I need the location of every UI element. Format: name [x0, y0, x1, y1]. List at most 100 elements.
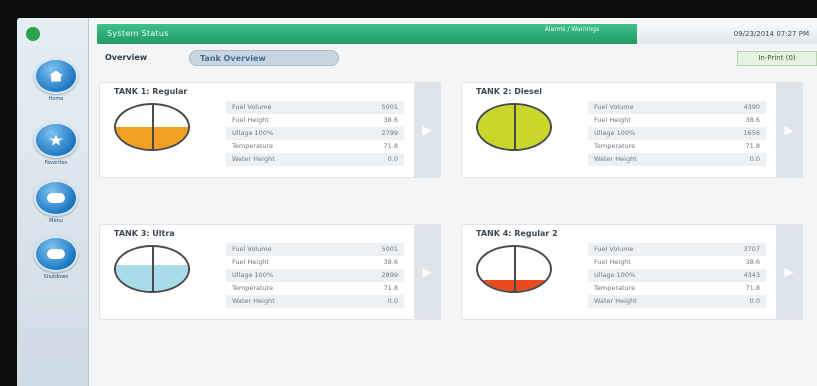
sidebar-item-shutdown[interactable]: Shutdown: [30, 236, 82, 280]
reading-label: Temperature: [594, 142, 636, 150]
page-title: System Status: [107, 29, 169, 38]
sidebar-item-label: Menu: [49, 218, 63, 224]
reading-label: Fuel Height: [594, 116, 631, 124]
reading-row: Fuel Volume 3707: [588, 243, 766, 256]
tank-readings: Fuel Volume 3707 Fuel Height 38.6 Ullage 1…: [588, 243, 766, 308]
sidebar-item-label: Shutdown: [43, 274, 69, 280]
reading-row: Temperature 71.8: [226, 140, 404, 153]
tab-bar: Overview Tank Overview In-Print (0): [97, 48, 817, 68]
reading-row: Fuel Height 38.6: [226, 256, 404, 269]
tank-readings: Fuel Volume 4390 Fuel Height 38.6 Ullage 1…: [588, 101, 766, 166]
reading-label: Temperature: [232, 142, 274, 150]
logo-icon: [26, 27, 40, 41]
reading-row: Temperature 71.8: [226, 282, 404, 295]
reading-value: 2799: [381, 129, 398, 137]
screen: Home Favorites Menu Shutdown System Stat…: [17, 18, 817, 386]
tank-detail-button[interactable]: ▶: [776, 83, 802, 177]
reading-value: 38.6: [745, 116, 760, 124]
tank-panel-3: TANK 3: Ultra Fuel Volume 5001 Fuel Heigh…: [99, 224, 441, 320]
sidebar-item-label: Favorites: [44, 160, 68, 166]
reading-label: Fuel Volume: [594, 103, 634, 111]
reading-label: Ullage 100%: [594, 129, 636, 137]
reading-value: 5001: [381, 245, 398, 253]
reading-row: Fuel Height 38.6: [588, 256, 766, 269]
reading-value: 4390: [743, 103, 760, 111]
tank-panel-1: TANK 1: Regular Fuel Volume 5001 Fuel Hei…: [99, 82, 441, 178]
tank-gauge: [476, 103, 552, 151]
tank-gauge: [114, 245, 190, 293]
datetime-display: 09/23/2014 07:27 PM: [637, 24, 817, 44]
reading-row: Temperature 71.8: [588, 140, 766, 153]
tank-readings: Fuel Volume 5001 Fuel Height 38.6 Ullage 1…: [226, 101, 404, 166]
header-bar: System Status Alarms / Warnings 09/23/20…: [97, 24, 817, 44]
reading-label: Fuel Height: [232, 116, 269, 124]
reading-row: Water Height 0.0: [588, 295, 766, 308]
print-button[interactable]: In-Print (0): [737, 51, 817, 66]
shutdown-icon: [34, 236, 78, 272]
reading-label: Fuel Volume: [232, 103, 272, 111]
tank-detail-button[interactable]: ▶: [776, 225, 802, 319]
sidebar-item-home[interactable]: Home: [30, 58, 82, 102]
tab-overview[interactable]: Overview: [105, 50, 147, 66]
reading-value: 3707: [743, 245, 760, 253]
reading-value: 2899: [381, 271, 398, 279]
reading-row: Fuel Volume 5001: [226, 243, 404, 256]
reading-value: 38.6: [383, 116, 398, 124]
chevron-right-icon: ▶: [784, 265, 794, 279]
alarm-button[interactable]: Alarms / Warnings: [537, 25, 607, 43]
reading-label: Ullage 100%: [594, 271, 636, 279]
reading-row: Fuel Height 38.6: [588, 114, 766, 127]
tank-readings: Fuel Volume 5001 Fuel Height 38.6 Ullage 1…: [226, 243, 404, 308]
reading-label: Fuel Height: [594, 258, 631, 266]
reading-value: 71.8: [383, 142, 398, 150]
reading-row: Water Height 0.0: [226, 295, 404, 308]
sidebar: Home Favorites Menu Shutdown: [17, 18, 89, 386]
sidebar-item-favorites[interactable]: Favorites: [30, 122, 82, 166]
chevron-right-icon: ▶: [422, 123, 432, 137]
reading-value: 71.8: [745, 284, 760, 292]
tank-title: TANK 4: Regular 2: [476, 229, 558, 238]
tab-tank-overview[interactable]: Tank Overview: [189, 50, 339, 66]
reading-label: Water Height: [232, 297, 275, 305]
reading-label: Ullage 100%: [232, 129, 274, 137]
reading-label: Fuel Height: [232, 258, 269, 266]
reading-value: 0.0: [387, 297, 398, 305]
reading-label: Water Height: [594, 297, 637, 305]
reading-label: Temperature: [594, 284, 636, 292]
tank-gauge: [476, 245, 552, 293]
reading-row: Temperature 71.8: [588, 282, 766, 295]
reading-label: Ullage 100%: [232, 271, 274, 279]
star-icon: [34, 122, 78, 158]
reading-label: Water Height: [594, 155, 637, 163]
reading-label: Temperature: [232, 284, 274, 292]
reading-row: Water Height 0.0: [226, 153, 404, 166]
tank-gauge: [114, 103, 190, 151]
reading-value: 1656: [743, 129, 760, 137]
reading-row: Ullage 100% 2799: [226, 127, 404, 140]
tank-detail-button[interactable]: ▶: [414, 225, 440, 319]
reading-row: Ullage 100% 2899: [226, 269, 404, 282]
chevron-right-icon: ▶: [784, 123, 794, 137]
reading-label: Fuel Volume: [594, 245, 634, 253]
reading-value: 5001: [381, 103, 398, 111]
reading-row: Fuel Height 38.6: [226, 114, 404, 127]
tank-title: TANK 1: Regular: [114, 87, 188, 96]
reading-value: 38.6: [745, 258, 760, 266]
reading-row: Fuel Volume 5001: [226, 101, 404, 114]
reading-label: Fuel Volume: [232, 245, 272, 253]
chevron-right-icon: ▶: [422, 265, 432, 279]
home-icon: [34, 58, 78, 94]
sidebar-item-label: Home: [48, 96, 64, 102]
status-bar: System Status Alarms / Warnings: [97, 24, 637, 44]
reading-value: 71.8: [745, 142, 760, 150]
reading-row: Ullage 100% 4343: [588, 269, 766, 282]
reading-value: 71.8: [383, 284, 398, 292]
tank-title: TANK 3: Ultra: [114, 229, 175, 238]
tank-panel-2: TANK 2: Diesel Fuel Volume 4390 Fuel Heig…: [461, 82, 803, 178]
sidebar-item-menu[interactable]: Menu: [30, 180, 82, 224]
reading-value: 38.6: [383, 258, 398, 266]
tank-detail-button[interactable]: ▶: [414, 83, 440, 177]
reading-label: Water Height: [232, 155, 275, 163]
reading-value: 0.0: [749, 155, 760, 163]
reading-value: 4343: [743, 271, 760, 279]
